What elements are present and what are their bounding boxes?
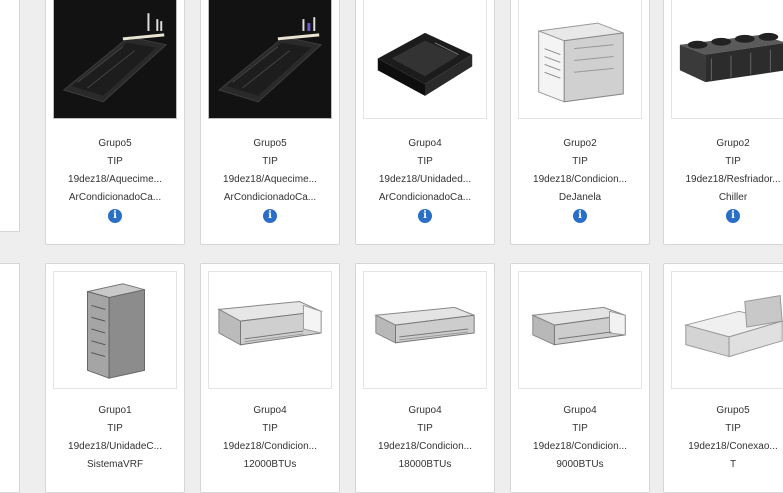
info-icon[interactable]: i (108, 209, 122, 223)
card-path: 19dez18/Resfriador... (685, 174, 781, 185)
product-card[interactable]: Grupo5 TIP 19dez18/Aquecime... ArCondici… (200, 0, 340, 245)
card-name: ArCondicionadoCa... (223, 192, 317, 203)
info-icon[interactable]: i (726, 209, 740, 223)
product-thumbnail[interactable] (53, 271, 177, 389)
product-thumbnail[interactable] (53, 0, 177, 119)
ceiling-heater-image (217, 17, 323, 103)
card-name: 9000BTUs (556, 459, 604, 470)
card-type: TIP (262, 156, 278, 167)
card-name: 12000BTUs (243, 459, 297, 470)
card-group: Grupo4 (563, 405, 597, 416)
split-ac-image (217, 300, 323, 346)
card-group: Grupo2 (716, 138, 750, 149)
product-thumbnail[interactable] (671, 271, 783, 389)
product-card[interactable]: Grupo4 TIP 19dez18/Condicion... 9000BTUs (510, 263, 650, 493)
card-name: Chiller (718, 192, 748, 203)
partial-card-left-row1[interactable] (0, 0, 20, 232)
card-group: Grupo5 (98, 138, 132, 149)
product-card[interactable]: Grupo1 TIP 19dez18/UnidadeC... SistemaVR… (45, 263, 185, 493)
card-type: TIP (107, 156, 123, 167)
card-group: Grupo4 (253, 405, 287, 416)
card-group: Grupo2 (563, 138, 597, 149)
card-path: 19dez18/Condicion... (378, 441, 472, 452)
cassette-unit-image (377, 32, 473, 96)
vrf-unit-image (86, 283, 145, 379)
card-type: TIP (725, 423, 741, 434)
card-path: 19dez18/Conexao... (688, 441, 778, 452)
product-thumbnail[interactable] (518, 271, 642, 389)
card-type: TIP (107, 423, 123, 434)
product-thumbnail[interactable] (671, 0, 783, 119)
info-icon[interactable]: i (418, 209, 432, 223)
card-group: Grupo4 (408, 405, 442, 416)
product-card[interactable]: Grupo2 TIP 19dez18/Condicion... DeJanela… (510, 0, 650, 245)
card-path: 19dez18/Condicion... (533, 174, 627, 185)
card-path: 19dez18/Aquecime... (223, 174, 317, 185)
card-type: TIP (572, 423, 588, 434)
card-type: TIP (725, 156, 741, 167)
card-path: 19dez18/Unidaded... (378, 174, 472, 185)
card-type: TIP (262, 423, 278, 434)
card-name: T (729, 459, 737, 470)
product-card[interactable]: Grupo4 TIP 19dez18/Condicion... 18000BTU… (355, 263, 495, 493)
product-card[interactable]: Grupo4 TIP 19dez18/Unidaded... ArCondici… (355, 0, 495, 245)
product-thumbnail[interactable] (518, 0, 642, 119)
card-name: SistemaVRF (86, 459, 144, 470)
card-group: Grupo5 (716, 405, 750, 416)
product-card[interactable]: Grupo5 TIP 19dez18/Conexao... T (663, 263, 783, 493)
product-thumbnail[interactable] (363, 0, 487, 119)
card-name: 18000BTUs (398, 459, 452, 470)
card-group: Grupo5 (253, 138, 287, 149)
partial-card-left-row2[interactable] (0, 263, 20, 493)
card-type: TIP (572, 156, 588, 167)
ceiling-heater-image (62, 13, 168, 103)
split-ac-image (374, 306, 475, 344)
window-ac-image (538, 22, 624, 103)
product-thumbnail[interactable] (363, 271, 487, 389)
card-name: ArCondicionadoCa... (378, 192, 472, 203)
card-type: TIP (417, 156, 433, 167)
product-card[interactable]: Grupo2 TIP 19dez18/Resfriador... Chiller… (663, 0, 783, 245)
card-path: 19dez18/Aquecime... (68, 174, 162, 185)
card-path: 19dez18/Condicion... (223, 441, 317, 452)
card-group: Grupo1 (98, 405, 132, 416)
card-name: DeJanela (558, 192, 602, 203)
card-name: ArCondicionadoCa... (68, 192, 162, 203)
card-path: 19dez18/Condicion... (533, 441, 627, 452)
info-icon[interactable]: i (263, 209, 277, 223)
card-type: TIP (417, 423, 433, 434)
chiller-image (679, 32, 783, 83)
split-ac-image (530, 306, 626, 346)
product-thumbnail[interactable] (208, 271, 332, 389)
product-thumbnail[interactable] (208, 0, 332, 119)
info-icon[interactable]: i (573, 209, 587, 223)
card-path: 19dez18/UnidadeC... (68, 441, 162, 452)
product-card[interactable]: Grupo4 TIP 19dez18/Condicion... 12000BTU… (200, 263, 340, 493)
duct-tee-image (683, 295, 783, 358)
product-card[interactable]: Grupo5 TIP 19dez18/Aquecime... ArCondici… (45, 0, 185, 245)
card-group: Grupo4 (408, 138, 442, 149)
